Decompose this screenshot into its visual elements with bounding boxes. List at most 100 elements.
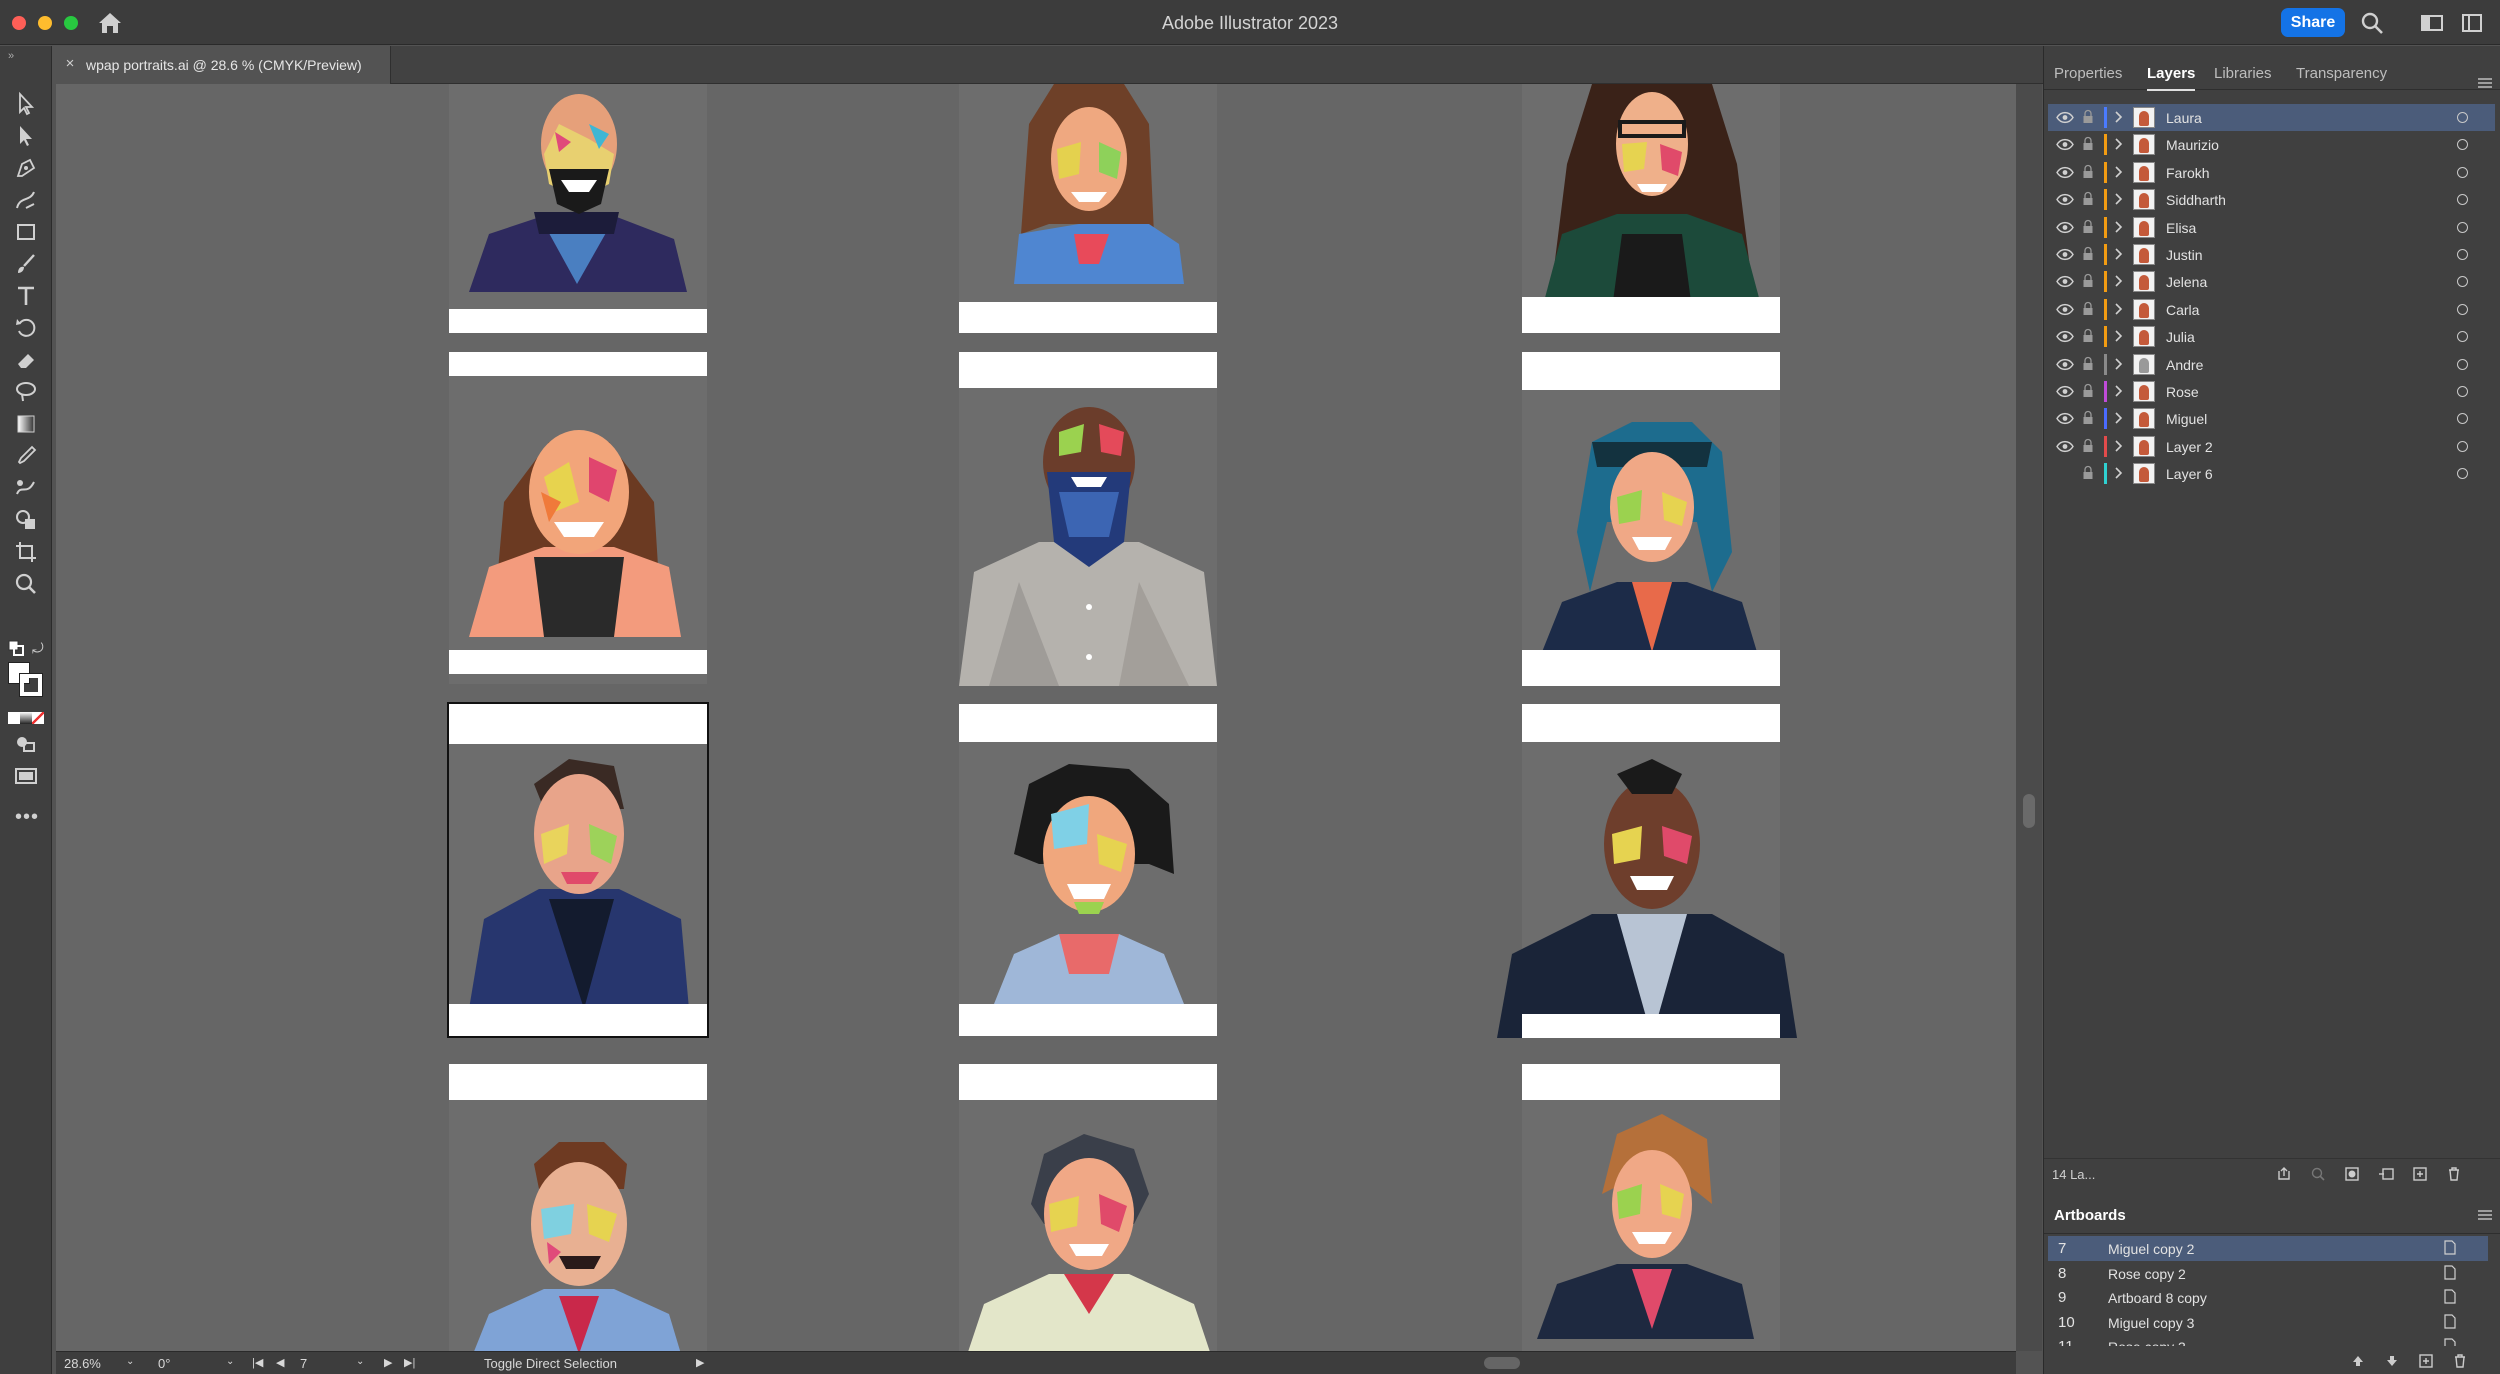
target-circle-icon[interactable] <box>2457 248 2468 260</box>
visibility-eye-icon[interactable] <box>2056 440 2074 453</box>
artboards-menu-icon[interactable] <box>2477 1209 2493 1221</box>
color-mode-icon[interactable] <box>8 712 20 724</box>
move-down-icon[interactable] <box>2384 1353 2400 1369</box>
visibility-eye-icon[interactable] <box>2056 221 2074 234</box>
layer-row[interactable]: Layer 2 <box>2048 433 2495 460</box>
artboard-options-icon[interactable] <box>2444 1264 2456 1280</box>
artboard[interactable] <box>1522 1064 1780 1351</box>
layer-row[interactable]: Farokh <box>2048 159 2495 186</box>
artboard[interactable] <box>959 352 1217 686</box>
new-artboard-icon[interactable] <box>2418 1353 2434 1369</box>
scrollbar-thumb[interactable] <box>2023 794 2035 828</box>
visibility-eye-icon[interactable] <box>2056 330 2074 343</box>
selection-tool-icon[interactable] <box>12 90 40 118</box>
rotation-field[interactable]: 0° <box>158 1356 170 1371</box>
export-icon[interactable] <box>2276 1166 2292 1182</box>
lock-toggle-icon[interactable] <box>2082 191 2094 206</box>
delete-artboard-icon[interactable] <box>2452 1353 2468 1369</box>
layer-row[interactable]: Julia <box>2048 323 2495 350</box>
type-tool-icon[interactable] <box>12 282 40 310</box>
gradient-mode-icon[interactable] <box>20 712 32 724</box>
chevron-right-icon[interactable] <box>2112 165 2124 179</box>
lock-toggle-icon[interactable] <box>2082 219 2094 234</box>
artboard[interactable] <box>449 1064 707 1351</box>
swap-fill-stroke-icon[interactable]: ⤾ <box>32 640 44 657</box>
zoom-dropdown-icon[interactable]: ⌄ <box>126 1356 134 1367</box>
chevron-right-icon[interactable] <box>2112 274 2124 288</box>
rectangle-tool-icon[interactable] <box>12 218 40 246</box>
target-circle-icon[interactable] <box>2457 440 2468 452</box>
zoom-tool-icon[interactable] <box>12 570 40 598</box>
artboard-row[interactable]: 8 Rose copy 2 <box>2048 1261 2488 1286</box>
collapse-panel-icon[interactable]: » <box>8 50 14 62</box>
artboard[interactable] <box>959 84 1217 333</box>
chevron-right-icon[interactable] <box>2112 384 2124 398</box>
lasso-tool-icon[interactable] <box>12 378 40 406</box>
artboard-options-icon[interactable] <box>2444 1289 2456 1304</box>
artboards-title[interactable]: Artboards <box>2054 1207 2126 1224</box>
workspace-switcher-icon[interactable] <box>2420 11 2444 35</box>
target-circle-icon[interactable] <box>2457 413 2468 425</box>
curvature-tool-icon[interactable] <box>12 186 40 214</box>
tab-transparency[interactable]: Transparency <box>2296 65 2387 82</box>
chevron-right-icon[interactable] <box>2112 357 2124 371</box>
chevron-right-icon[interactable] <box>2112 220 2124 234</box>
target-circle-icon[interactable] <box>2457 385 2468 397</box>
tab-libraries[interactable]: Libraries <box>2214 65 2272 82</box>
default-fill-stroke-icon[interactable] <box>8 640 24 656</box>
layer-row[interactable]: Miguel <box>2048 405 2495 432</box>
artboard-row[interactable]: 7 Miguel copy 2 <box>2048 1236 2488 1261</box>
chevron-right-icon[interactable] <box>2112 137 2124 151</box>
target-circle-icon[interactable] <box>2457 331 2468 343</box>
visibility-eye-icon[interactable] <box>2056 412 2074 425</box>
chevron-right-icon[interactable] <box>2112 466 2124 480</box>
zoom-level-field[interactable]: 28.6% <box>64 1356 101 1371</box>
lock-toggle-icon[interactable] <box>2082 164 2094 179</box>
next-artboard-icon[interactable]: ▶ <box>384 1356 392 1369</box>
tab-properties[interactable]: Properties <box>2054 65 2122 82</box>
lock-toggle-icon[interactable] <box>2082 246 2094 261</box>
arrange-documents-icon[interactable] <box>2460 11 2484 35</box>
artboard-row[interactable]: 11Rose copy 3 <box>2048 1334 2488 1347</box>
artboard-row[interactable]: 10 Miguel copy 3 <box>2048 1310 2488 1335</box>
lock-toggle-icon[interactable] <box>2082 465 2094 480</box>
none-mode-icon[interactable] <box>32 712 44 724</box>
blend-tool-icon[interactable] <box>12 474 40 502</box>
layer-row[interactable]: Andre <box>2048 351 2495 378</box>
first-artboard-icon[interactable]: |◀ <box>252 1356 263 1369</box>
move-up-icon[interactable] <box>2350 1353 2366 1369</box>
visibility-toggle-empty[interactable] <box>2056 467 2074 480</box>
share-button[interactable]: Share <box>2281 8 2345 37</box>
locate-object-icon[interactable] <box>2310 1166 2326 1182</box>
visibility-eye-icon[interactable] <box>2056 385 2074 398</box>
artboard-tool-icon[interactable] <box>12 538 40 566</box>
layer-row[interactable]: Siddharth <box>2048 186 2495 213</box>
lock-toggle-icon[interactable] <box>2082 328 2094 343</box>
target-circle-icon[interactable] <box>2457 303 2468 315</box>
eraser-tool-icon[interactable] <box>12 346 40 374</box>
artboard[interactable] <box>449 352 707 684</box>
visibility-eye-icon[interactable] <box>2056 248 2074 261</box>
layer-row[interactable]: Elisa <box>2048 214 2495 241</box>
shape-builder-tool-icon[interactable] <box>12 506 40 534</box>
pen-tool-icon[interactable] <box>12 154 40 182</box>
artboard-selected[interactable] <box>447 702 709 1038</box>
rotate-tool-icon[interactable] <box>12 314 40 342</box>
artboard[interactable] <box>449 84 707 333</box>
status-tool-hint[interactable]: Toggle Direct Selection <box>484 1356 617 1371</box>
chevron-right-icon[interactable] <box>2112 247 2124 261</box>
chevron-right-icon[interactable] <box>2112 110 2124 124</box>
artboard[interactable] <box>1522 352 1780 686</box>
lock-toggle-icon[interactable] <box>2082 438 2094 453</box>
chevron-right-icon[interactable] <box>2112 411 2124 425</box>
artboard-options-icon[interactable] <box>2444 1240 2456 1255</box>
previous-artboard-icon[interactable]: ◀ <box>276 1356 284 1369</box>
target-circle-icon[interactable] <box>2457 221 2468 233</box>
gradient-tool-icon[interactable] <box>12 410 40 438</box>
visibility-eye-icon[interactable] <box>2056 193 2074 206</box>
stroke-swatch[interactable] <box>19 673 43 697</box>
lock-toggle-icon[interactable] <box>2082 410 2094 425</box>
target-circle-icon[interactable] <box>2457 276 2468 288</box>
visibility-eye-icon[interactable] <box>2056 275 2074 288</box>
create-new-layer-icon[interactable] <box>2412 1166 2428 1182</box>
